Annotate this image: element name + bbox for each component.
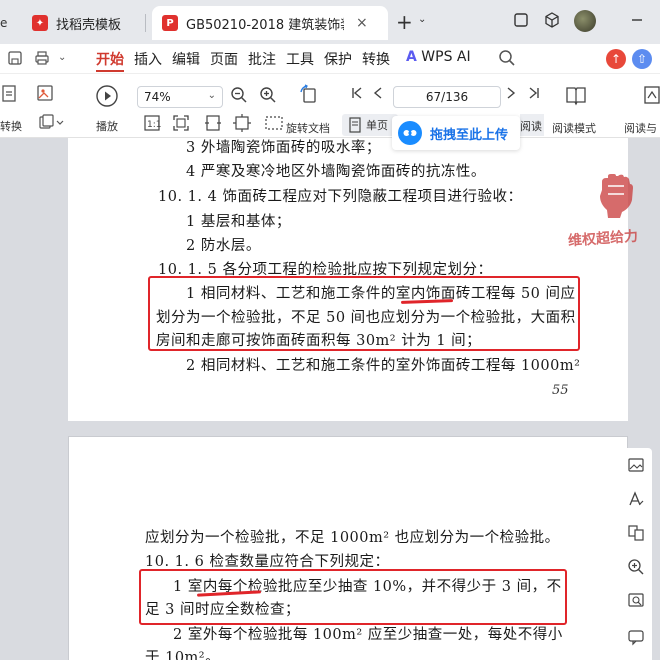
play-icon[interactable]: [95, 84, 119, 113]
upload-label: 拖拽至此上传: [430, 127, 509, 143]
save-icon[interactable]: [8, 50, 22, 70]
chat-icon[interactable]: [626, 628, 646, 648]
doc-line-2: 4 严寒及寒冷地区外墙陶瓷饰面砖的抗冻性。: [186, 164, 486, 180]
drag-upload-overlay[interactable]: 拖拽至此上传: [392, 116, 520, 150]
menu-tools[interactable]: 工具: [286, 49, 314, 69]
tab-gb50210-document[interactable]: P GB50210-2018 建筑装饰装修 ×: [152, 6, 388, 40]
zoom-value: 74%: [144, 90, 171, 104]
reading-mode-icon[interactable]: [565, 84, 587, 111]
doc-line-1: 3 外墙陶瓷饰面砖的吸水率；: [186, 140, 381, 156]
read-label: 阅读: [520, 120, 542, 133]
image-search-icon[interactable]: [626, 592, 646, 612]
watermark-text: 维权超给力: [567, 228, 639, 250]
doc-line-5: 2 防水层。: [186, 238, 261, 254]
document-page-56: 应划分为一个检验批，不足 1000m² 也应划分为一个检验批。 10. 1. 6…: [68, 436, 628, 660]
zoom-in-icon[interactable]: [259, 86, 277, 109]
menu-protect[interactable]: 保护: [324, 49, 352, 69]
read-and-label: 阅读与: [624, 122, 657, 135]
menu-page[interactable]: 页面: [210, 49, 238, 69]
doc-line-4: 1 基层和基体；: [186, 214, 291, 230]
first-page-icon[interactable]: [350, 84, 364, 107]
chevron-down-icon: ⌄: [207, 90, 216, 101]
new-tab-icon[interactable]: +: [396, 10, 413, 34]
fit-both-icon[interactable]: [232, 114, 252, 137]
cloud-upload-icon: [398, 121, 422, 145]
rotate-page-icon[interactable]: [298, 84, 320, 111]
zoom-select[interactable]: 74% ⌄: [137, 86, 223, 108]
menu-bar: ⌄ 开始 插入 编辑 页面 批注 工具 保护 转换 A WPS AI ↑ ⇧: [0, 44, 660, 74]
convert-pdf-icon[interactable]: [2, 84, 18, 109]
document-viewport[interactable]: 3 外墙陶瓷饰面砖的吸水率； 4 严寒及寒冷地区外墙陶瓷饰面砖的抗冻性。 10.…: [0, 138, 660, 660]
image-edit-icon[interactable]: [626, 456, 646, 476]
active-menu-indicator: [96, 70, 124, 72]
tab-docer-templates[interactable]: ✦ 找稻壳模板: [22, 6, 144, 40]
tab-document-label: GB50210-2018 建筑装饰装修: [186, 17, 344, 33]
convert-label: 转换: [0, 120, 22, 133]
tab-previous-label: e: [0, 16, 8, 30]
cube-icon[interactable]: [543, 12, 561, 30]
close-tab-icon[interactable]: ×: [356, 15, 368, 31]
menu-insert[interactable]: 插入: [134, 49, 162, 69]
window-tile-icon[interactable]: [512, 12, 530, 30]
tab-bar: e ✦ 找稻壳模板 P GB50210-2018 建筑装饰装修 × + ⌄: [0, 0, 660, 44]
font-style-icon[interactable]: [626, 490, 646, 510]
doc-line-3: 10. 1. 4 饰面砖工程应对下列隐蔽工程项目进行验收：: [158, 189, 523, 205]
toolbar: 转换 播放 74% ⌄ 1:1 旋转文档 单页 阅读 67/136 阅读模式 阅…: [0, 74, 660, 138]
single-page-icon: [348, 117, 362, 137]
fit-region-icon[interactable]: [264, 114, 284, 137]
tab-docer-label: 找稻壳模板: [56, 17, 122, 33]
print-icon[interactable]: [34, 50, 50, 70]
single-page-label: 单页: [366, 119, 388, 132]
read-button[interactable]: 阅读: [520, 114, 544, 136]
fist-icon: [600, 174, 633, 218]
page-number: 55: [552, 383, 569, 398]
menu-annotate[interactable]: 批注: [248, 49, 276, 69]
upload-cloud-icon[interactable]: ↑: [606, 49, 626, 69]
user-avatar[interactable]: [574, 10, 596, 32]
menu-edit[interactable]: 编辑: [172, 49, 200, 69]
image-convert-icon[interactable]: [36, 84, 56, 109]
zoom-out-icon[interactable]: [230, 86, 248, 109]
side-toolbar: [620, 448, 652, 660]
menu-convert[interactable]: 转换: [362, 49, 390, 69]
svg-text:1:1: 1:1: [147, 120, 161, 130]
fit-width-icon[interactable]: [204, 114, 222, 137]
fit-page-icon[interactable]: [172, 114, 190, 137]
wps-ai-label: WPS AI: [421, 49, 471, 65]
annotation-box-1: [148, 276, 580, 351]
document-page-55: 3 外墙陶瓷饰面砖的吸水率； 4 严寒及寒冷地区外墙陶瓷饰面砖的抗冻性。 10.…: [68, 138, 639, 421]
doc-line-16: 于 10m²。: [145, 650, 221, 660]
window-minimize-icon[interactable]: [628, 12, 646, 30]
wps-ai-icon: A: [406, 49, 417, 65]
zoom-in-side-icon[interactable]: [626, 558, 646, 578]
doc-line-10: 2 相同材料、工艺和施工条件的室外饰面砖工程每 1000m²: [186, 358, 581, 374]
menu-overflow-icon[interactable]: ⌄: [58, 52, 66, 63]
copy-dropdown-icon[interactable]: [38, 114, 64, 135]
menu-start[interactable]: 开始: [96, 49, 124, 69]
search-icon[interactable]: [498, 49, 516, 71]
read-and-icon[interactable]: [644, 84, 660, 111]
play-label: 播放: [96, 120, 118, 133]
tab-separator: [145, 14, 146, 32]
wps-ai-button[interactable]: A WPS AI: [406, 49, 471, 65]
next-page-icon[interactable]: [505, 84, 517, 107]
page-number-input[interactable]: 67/136: [393, 86, 501, 108]
last-page-icon[interactable]: [527, 84, 541, 107]
doc-line-12: 10. 1. 6 检查数量应符合下列规定：: [145, 554, 390, 570]
docer-icon: ✦: [32, 15, 48, 31]
previous-page-icon[interactable]: [372, 84, 384, 107]
share-icon[interactable]: ⇧: [632, 49, 652, 69]
doc-line-15: 2 室外每个检验批每 100m² 应至少抽查一处，每处不得小: [173, 627, 563, 643]
annotation-box-2: [139, 569, 567, 625]
new-tab-dropdown-icon[interactable]: ⌄: [418, 14, 426, 25]
pdf-icon: P: [162, 15, 178, 31]
rotate-document-label: 旋转文档: [286, 122, 330, 135]
watermark: 维权超给力: [566, 172, 660, 252]
doc-line-11: 应划分为一个检验批，不足 1000m² 也应划分为一个检验批。: [145, 530, 560, 546]
reading-mode-label: 阅读模式: [552, 122, 596, 135]
actual-size-icon[interactable]: 1:1: [143, 114, 161, 137]
compare-icon[interactable]: [626, 524, 646, 544]
single-page-button[interactable]: 单页: [342, 114, 398, 136]
tab-previous-fragment[interactable]: e: [0, 6, 16, 40]
